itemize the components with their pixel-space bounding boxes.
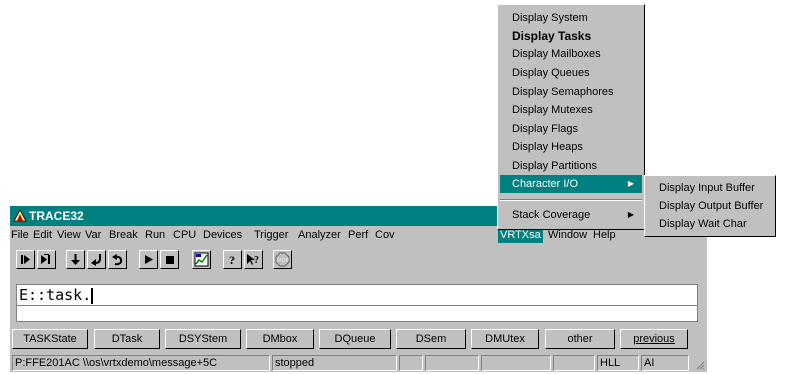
menu-window[interactable]: Window <box>548 229 587 241</box>
menu-character-io-label: Character I/O <box>512 178 579 190</box>
status-field-3 <box>481 355 551 371</box>
menu-display-output-buffer[interactable]: Display Output Buffer <box>647 197 773 215</box>
status-mode: HLL <box>597 355 639 371</box>
stop-sign-icon[interactable]: STOP <box>273 250 292 269</box>
submenu-arrow-icon: ▶ <box>627 210 634 219</box>
menu-cpu[interactable]: CPU <box>173 229 196 241</box>
stop-icon[interactable] <box>160 250 179 269</box>
menu-display-queues[interactable]: Display Queues <box>500 64 642 82</box>
status-address: P:FFE201AC \\os\vrtxdemo\message+5C <box>12 355 270 371</box>
softkey-dsystem[interactable]: DSYStem <box>165 329 241 349</box>
character-io-submenu: Display Input Buffer Display Output Buff… <box>644 175 776 237</box>
softkey-bar: TASKState DTask DSYStem DMbox DQueue DSe… <box>10 327 707 351</box>
svg-text:STOP: STOP <box>276 258 288 263</box>
menu-character-io[interactable]: Character I/O ▶ <box>500 175 642 193</box>
menu-analyzer[interactable]: Analyzer <box>298 229 341 241</box>
menu-display-wait-char[interactable]: Display Wait Char <box>647 215 773 233</box>
softkey-dsem[interactable]: DSem <box>396 329 466 349</box>
memory-map-icon[interactable] <box>192 250 211 269</box>
trace32-window: TRACE32 File Edit View Var Break Run CPU… <box>10 206 707 372</box>
menu-display-flags[interactable]: Display Flags <box>500 120 642 138</box>
softkey-taskstate[interactable]: TASKState <box>12 329 88 349</box>
status-field-1 <box>399 355 423 371</box>
menu-display-heaps[interactable]: Display Heaps <box>500 138 642 156</box>
svg-text:?: ? <box>229 253 235 266</box>
menu-view[interactable]: View <box>57 229 81 241</box>
menu-vrtxsa[interactable]: VRTXsa <box>498 228 543 243</box>
window-title: TRACE32 <box>29 209 84 223</box>
menu-display-mutexes[interactable]: Display Mutexes <box>500 101 642 119</box>
menu-help[interactable]: Help <box>593 229 616 241</box>
status-extra: AI <box>641 355 689 371</box>
toolbar: ? ? STOP <box>10 246 707 272</box>
status-field-2 <box>425 355 479 371</box>
help-icon[interactable]: ? <box>223 250 242 269</box>
step-icon[interactable] <box>16 250 35 269</box>
menu-stack-coverage-label: Stack Coverage <box>512 209 591 221</box>
menu-break[interactable]: Break <box>109 229 138 241</box>
menu-var[interactable]: Var <box>85 229 101 241</box>
softkey-dqueue[interactable]: DQueue <box>319 329 391 349</box>
step-down-icon[interactable] <box>66 250 85 269</box>
status-field-4 <box>553 355 595 371</box>
softkey-other[interactable]: other <box>545 329 615 349</box>
menu-display-mailboxes[interactable]: Display Mailboxes <box>500 45 642 63</box>
command-line-input[interactable]: E::task. <box>16 284 698 306</box>
step-over-icon[interactable] <box>37 250 56 269</box>
menu-edit[interactable]: Edit <box>33 229 52 241</box>
softkey-previous[interactable]: previous <box>620 329 688 349</box>
command-line-message <box>16 306 698 322</box>
menu-perf[interactable]: Perf <box>348 229 368 241</box>
text-cursor <box>91 287 94 304</box>
menu-devices[interactable]: Devices <box>203 229 242 241</box>
menu-separator <box>500 199 642 201</box>
trace32-logo-icon <box>13 209 27 222</box>
softkey-dmutex[interactable]: DMUtex <box>471 329 539 349</box>
menu-display-input-buffer[interactable]: Display Input Buffer <box>647 179 773 197</box>
submenu-arrow-icon: ▶ <box>627 179 634 188</box>
menu-display-tasks[interactable]: Display Tasks <box>500 27 642 45</box>
svg-text:?: ? <box>254 255 259 266</box>
menu-display-semaphores[interactable]: Display Semaphores <box>500 83 642 101</box>
softkey-dtask[interactable]: DTask <box>94 329 160 349</box>
menu-file[interactable]: File <box>11 229 29 241</box>
menu-stack-coverage[interactable]: Stack Coverage ▶ <box>500 206 642 224</box>
context-help-icon[interactable]: ? <box>244 250 263 269</box>
undo-icon[interactable] <box>108 250 127 269</box>
softkey-dmbox[interactable]: DMbox <box>246 329 314 349</box>
menu-cov[interactable]: Cov <box>375 229 395 241</box>
go-icon[interactable] <box>139 250 158 269</box>
menu-display-system[interactable]: Display System <box>500 9 642 27</box>
menu-trigger[interactable]: Trigger <box>254 229 288 241</box>
command-text: E::task. <box>19 286 92 304</box>
status-bar: P:FFE201AC \\os\vrtxdemo\message+5C stop… <box>10 354 707 372</box>
menu-display-partitions[interactable]: Display Partitions <box>500 157 642 175</box>
vrtxsa-menu: Display System Display Tasks Display Mai… <box>497 4 645 230</box>
menu-run[interactable]: Run <box>145 229 165 241</box>
step-return-icon[interactable] <box>87 250 106 269</box>
resize-grip-icon[interactable] <box>695 360 705 370</box>
status-state: stopped <box>272 355 397 371</box>
